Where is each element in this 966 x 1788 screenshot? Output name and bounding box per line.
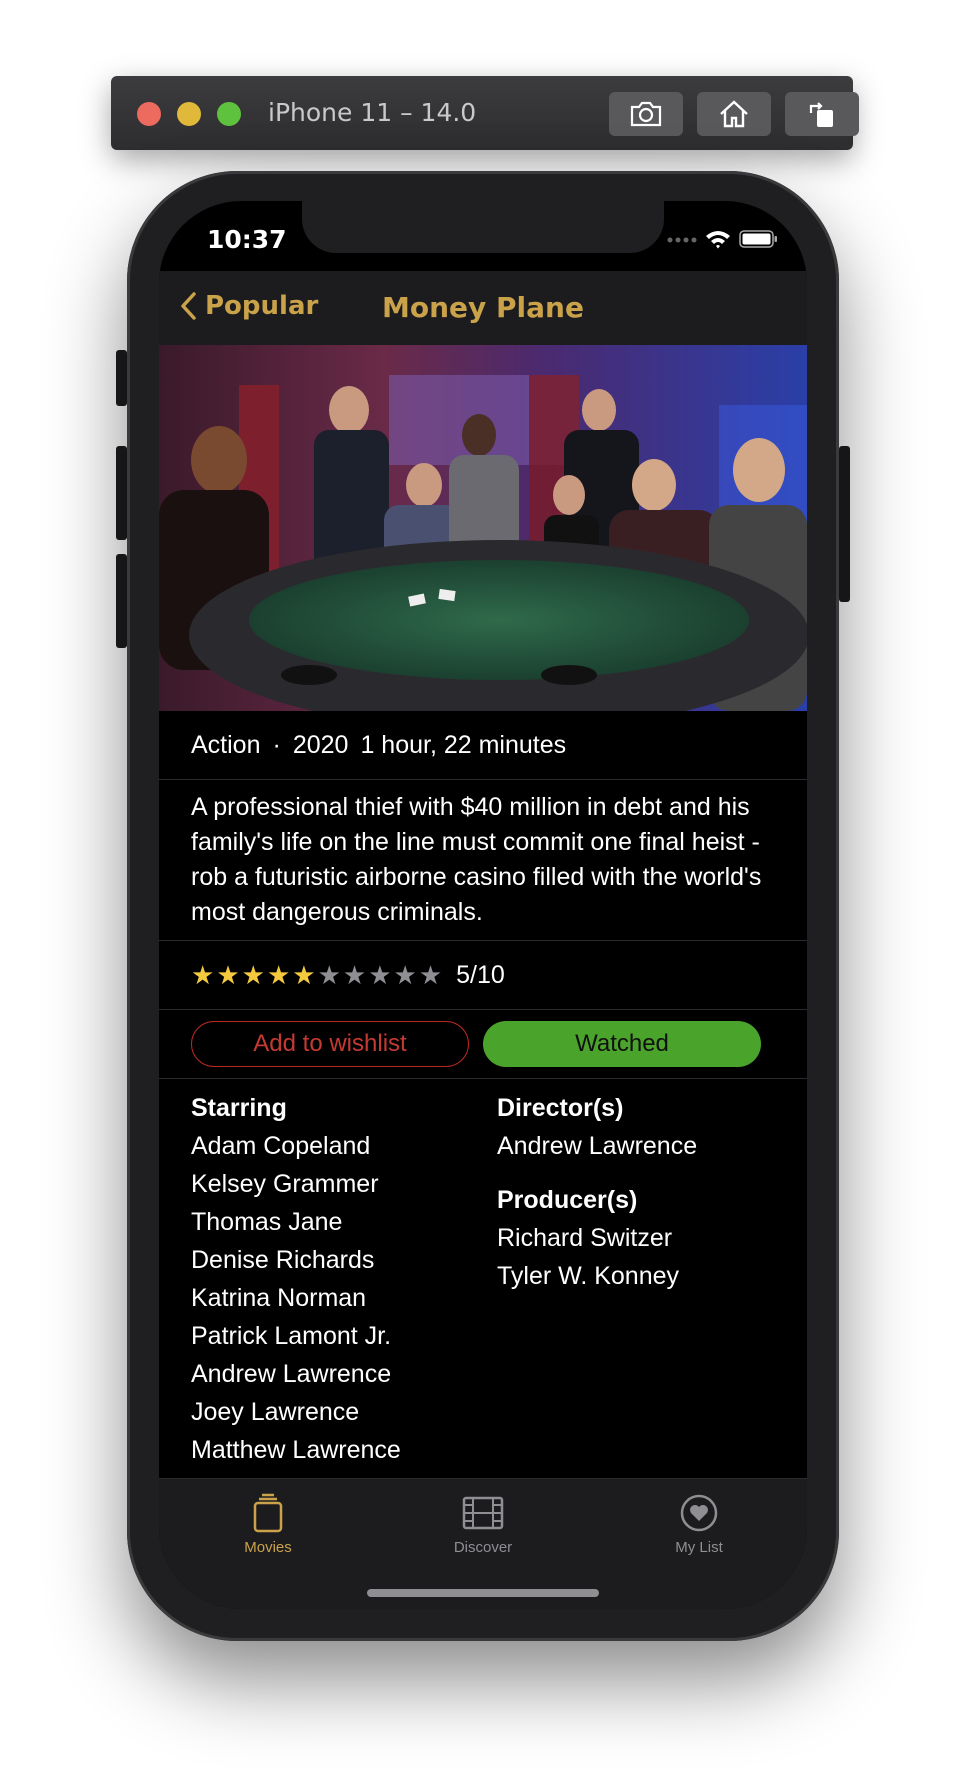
crew-column: Director(s) Andrew Lawrence Producer(s) … bbox=[497, 1089, 803, 1469]
star-empty-icon: ★ bbox=[368, 960, 392, 990]
star-empty-icon: ★ bbox=[418, 960, 443, 990]
zoom-window-button[interactable] bbox=[217, 102, 241, 126]
page-title: Money Plane bbox=[382, 291, 584, 324]
rating-text: 5/10 bbox=[456, 960, 505, 989]
simulator-title: iPhone 11 – 14.0 bbox=[268, 98, 477, 127]
star-filled-icon: ★ bbox=[266, 960, 291, 990]
rating-row: ★ ★ ★ ★ ★ ★ ★ ★ ★ ★ 5/10 bbox=[159, 941, 807, 1010]
cast-name: Denise Richards bbox=[191, 1246, 375, 1274]
star-filled-icon: ★ bbox=[241, 960, 265, 990]
power-button bbox=[839, 446, 850, 602]
runtime-label: 1 hour, 22 minutes bbox=[360, 730, 567, 759]
backdrop-illustration bbox=[159, 345, 807, 711]
close-window-button[interactable] bbox=[137, 102, 161, 126]
minimize-window-button[interactable] bbox=[177, 102, 201, 126]
cast-name: Katrina Norman bbox=[191, 1284, 367, 1312]
star-empty-icon: ★ bbox=[393, 960, 417, 990]
cast-name: Joey Lawrence bbox=[191, 1398, 360, 1426]
tab-movies-label: Movies bbox=[244, 1539, 292, 1556]
action-buttons-row: Add to wishlist Watched bbox=[159, 1010, 807, 1079]
star-filled-icon: ★ bbox=[216, 960, 240, 990]
volume-up-button bbox=[116, 446, 127, 540]
tab-my-list-label: My List bbox=[675, 1539, 723, 1556]
star-filled-icon: ★ bbox=[292, 960, 316, 990]
simulator-title-bar: iPhone 11 – 14.0 bbox=[111, 76, 859, 150]
credits-section: Starring Adam Copeland Kelsey Grammer Th… bbox=[159, 1079, 807, 1469]
navigation-bar: Popular Money Plane bbox=[159, 271, 807, 345]
heart-icon bbox=[680, 1494, 718, 1532]
star-rating: ★ ★ ★ ★ ★ ★ ★ ★ ★ ★ bbox=[191, 962, 442, 988]
starring-column: Starring Adam Copeland Kelsey Grammer Th… bbox=[191, 1089, 497, 1469]
tab-discover-label: Discover bbox=[453, 1539, 513, 1556]
movie-overview: A professional thief with $40 million in… bbox=[159, 780, 807, 941]
add-to-wishlist-button[interactable]: Add to wishlist bbox=[191, 1021, 469, 1067]
volume-down-button bbox=[116, 554, 127, 648]
mute-switch bbox=[116, 350, 127, 406]
home-indicator bbox=[367, 1589, 599, 1597]
status-indicators bbox=[667, 229, 779, 249]
rotate-button[interactable] bbox=[785, 92, 859, 136]
cast-name: Thomas Jane bbox=[191, 1208, 343, 1236]
star-empty-icon: ★ bbox=[342, 960, 367, 990]
tab-movies[interactable]: Movies bbox=[208, 1493, 328, 1556]
cast-name: Kelsey Grammer bbox=[191, 1170, 379, 1198]
movie-meta-row: Action · 2020 1 hour, 22 minutes bbox=[159, 711, 807, 780]
producer-name: Tyler W. Konney bbox=[497, 1262, 680, 1290]
movie-backdrop-image bbox=[159, 345, 807, 711]
rotate-icon bbox=[809, 102, 833, 127]
movie-detail-content[interactable]: Action · 2020 1 hour, 22 minutes A profe… bbox=[159, 345, 807, 1479]
film-icon bbox=[462, 1496, 504, 1530]
starring-heading: Starring bbox=[191, 1094, 287, 1122]
year-label: 2020 bbox=[292, 730, 349, 759]
status-time: 10:37 bbox=[207, 225, 287, 254]
movies-icon bbox=[253, 1493, 283, 1533]
tab-discover[interactable]: Discover bbox=[423, 1493, 543, 1556]
screenshot-button[interactable] bbox=[609, 92, 683, 136]
notch bbox=[302, 201, 664, 253]
producer-name: Richard Switzer bbox=[497, 1224, 673, 1252]
camera-icon bbox=[630, 101, 662, 127]
home-button[interactable] bbox=[697, 92, 771, 136]
meta-separator: · bbox=[272, 730, 281, 759]
tab-bar: Movies Discover My List bbox=[159, 1478, 807, 1609]
tab-my-list[interactable]: My List bbox=[639, 1493, 759, 1556]
wifi-icon bbox=[706, 231, 730, 249]
directors-heading: Director(s) bbox=[497, 1094, 624, 1122]
star-filled-icon: ★ bbox=[191, 960, 215, 990]
cast-name: Matthew Lawrence bbox=[191, 1436, 401, 1464]
cellular-signal-icon bbox=[667, 237, 697, 243]
cast-name: Adam Copeland bbox=[191, 1132, 371, 1160]
phone-screen: 10:37 Popular Money Plane Action · 2020 … bbox=[159, 201, 807, 1609]
home-icon bbox=[720, 100, 748, 128]
genre-label: Action bbox=[191, 730, 261, 759]
star-empty-icon: ★ bbox=[317, 960, 341, 990]
battery-icon bbox=[739, 230, 777, 248]
watched-button[interactable]: Watched bbox=[483, 1021, 761, 1067]
cast-name: Patrick Lamont Jr. bbox=[191, 1322, 392, 1350]
cast-name: Andrew Lawrence bbox=[191, 1360, 392, 1388]
director-name: Andrew Lawrence bbox=[497, 1132, 698, 1160]
producers-heading: Producer(s) bbox=[497, 1186, 638, 1214]
